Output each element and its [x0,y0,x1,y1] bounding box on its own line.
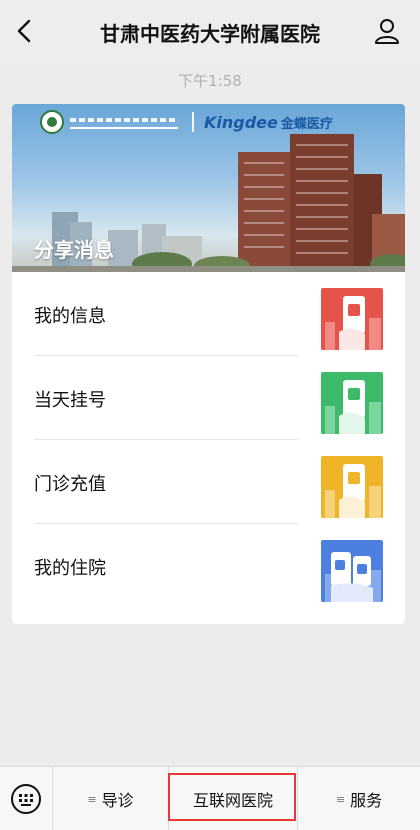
my-info-thumbnail-icon [321,288,383,350]
menu-item-label: 门诊充值 [34,474,106,495]
menu-item-outpatient-recharge[interactable]: 门诊充值 [12,440,405,524]
menu-lines-icon: ≡ [87,792,96,806]
top-nav-bar: 甘肃中医药大学附属医院 [0,0,420,62]
chevron-left-icon[interactable] [10,16,40,46]
keyboard-icon[interactable] [10,783,42,815]
menu-lines-icon: ≡ [335,792,345,806]
hospitalization-thumbnail-icon [321,540,383,602]
person-icon[interactable] [372,16,402,46]
tab-label: 服务 [350,791,383,810]
menu-item-my-hospitalization[interactable]: 我的住院 [12,524,405,608]
page-title: 甘肃中医药大学附属医院 [100,22,320,46]
recharge-thumbnail-icon [321,456,383,518]
share-message-card[interactable]: Kingdee 金蝶医疗 分享消息 我的信息 当天挂号 门诊充值 我的住院 [12,104,405,624]
kingdee-logo-cn: 金蝶医疗 [280,116,333,132]
register-thumbnail-icon [321,372,383,434]
menu-item-label: 我的信息 [34,306,106,327]
tab-services[interactable]: ≡ 服务 [298,767,420,830]
hospital-logo: Kingdee 金蝶医疗 [40,108,333,136]
tab-label: 导诊 [101,791,134,810]
menu-item-same-day-register[interactable]: 当天挂号 [12,356,405,440]
message-timestamp: 下午1:58 [178,72,242,90]
card-menu-list: 我的信息 当天挂号 门诊充值 我的住院 [12,272,405,608]
hospital-name-logo [70,115,178,129]
menu-item-label: 我的住院 [34,558,106,579]
kingdee-logo: Kingdee [204,112,278,132]
banner-title: 分享消息 [34,238,114,262]
highlight-box [168,773,296,821]
menu-item-label: 当天挂号 [34,390,106,411]
logo-divider [192,112,194,132]
hospital-seal-icon [40,110,64,134]
menu-item-my-info[interactable]: 我的信息 [12,272,405,356]
tab-guidance[interactable]: ≡ 导诊 [53,767,168,830]
hospital-banner[interactable]: Kingdee 金蝶医疗 分享消息 [12,104,405,272]
